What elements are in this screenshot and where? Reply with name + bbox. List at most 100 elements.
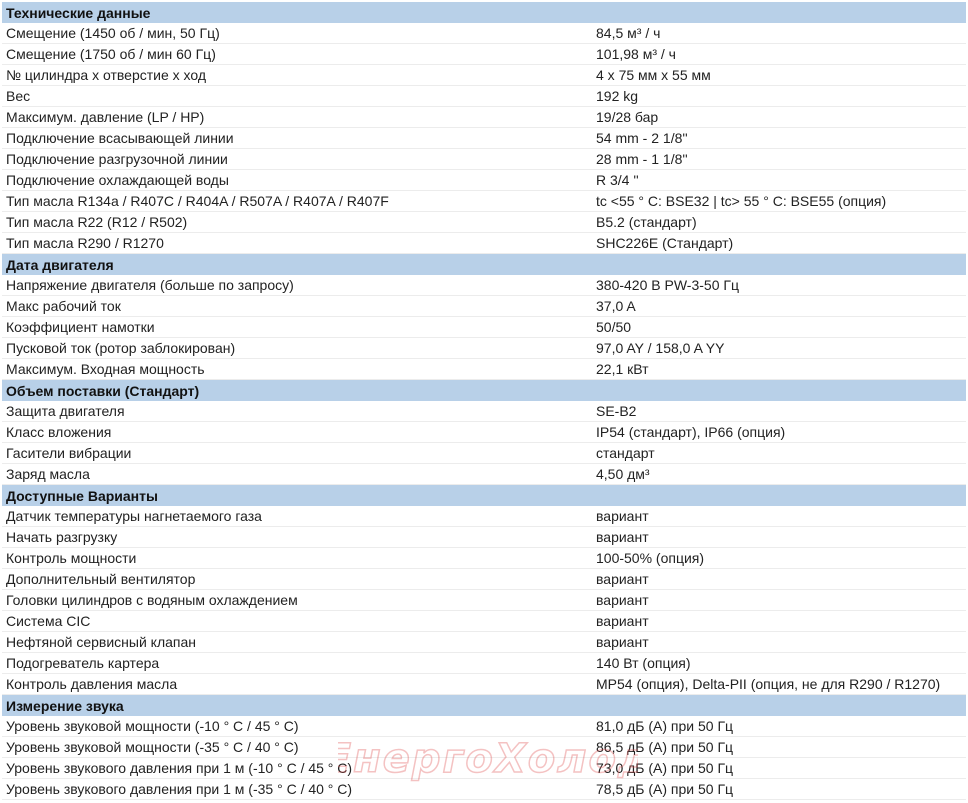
spec-row: Головки цилиндров с водяным охлаждением в… xyxy=(2,590,966,611)
spec-value: 28 mm - 1 1/8'' xyxy=(596,151,688,167)
spec-row: Напряжение двигателя (больше по запросу)… xyxy=(2,275,966,296)
spec-label: Пусковой ток (ротор заблокирован) xyxy=(6,340,236,356)
spec-label: Система CIC xyxy=(6,613,91,629)
spec-row: Максимум. давление (LP / HP) 19/28 бар xyxy=(2,107,966,128)
spec-label: Максимум. Входная мощность xyxy=(6,361,205,377)
spec-value: 78,5 дБ (A) при 50 Гц xyxy=(596,781,734,797)
spec-row: Максимум. Входная мощность 22,1 кВт xyxy=(2,359,966,380)
spec-label: Макс рабочий ток xyxy=(6,298,121,314)
spec-row: Контроль мощности 100-50% (опция) xyxy=(2,548,966,569)
spec-label: Гасители вибрации xyxy=(6,445,132,461)
spec-label: Тип масла R290 / R1270 xyxy=(6,235,164,251)
spec-label: Класс вложения xyxy=(6,424,112,440)
spec-value: 380-420 В PW-3-50 Гц xyxy=(596,277,739,293)
spec-value: SE-B2 xyxy=(596,403,637,419)
spec-value: 4 x 75 мм x 55 мм xyxy=(596,67,711,83)
spec-row: Уровень звукового давления при 1 м (-35 … xyxy=(2,779,966,800)
spec-row: Уровень звуковой мощности (-10 ° C / 45 … xyxy=(2,716,966,737)
spec-value: tc <55 ° C: BSE32 | tc> 55 ° C: BSE55 (о… xyxy=(596,193,887,209)
spec-value: R 3/4 '' xyxy=(596,172,639,188)
spec-value: 37,0 A xyxy=(596,298,636,314)
spec-row: Смещение (1450 об / мин, 50 Гц) 84,5 м³ /… xyxy=(2,23,966,44)
spec-label: Подключение разгрузочной линии xyxy=(6,151,228,167)
spec-label: Тип масла R22 (R12 / R502) xyxy=(6,214,188,230)
spec-row: Дополнительный вентилятор вариант xyxy=(2,569,966,590)
spec-label: Головки цилиндров с водяным охлаждением xyxy=(6,592,298,608)
spec-label: Максимум. давление (LP / HP) xyxy=(6,109,205,125)
spec-label: Датчик температуры нагнетаемого газа xyxy=(6,508,262,524)
spec-label: Защита двигателя xyxy=(6,403,125,419)
spec-value: 101,98 м³ / ч xyxy=(596,46,676,62)
spec-value: вариант xyxy=(596,613,649,629)
spec-value: 86,5 дБ (A) при 50 Гц xyxy=(596,739,734,755)
spec-row: Начать разгрузку вариант xyxy=(2,527,966,548)
spec-label: Вес xyxy=(6,88,31,104)
spec-row: Подключение охлаждающей воды R 3/4 '' xyxy=(2,170,966,191)
spec-label: Уровень звукового давления при 1 м (-35 … xyxy=(6,781,353,797)
spec-row: Тип масла R22 (R12 / R502) B5.2 (стандарт… xyxy=(2,212,966,233)
spec-value: вариант xyxy=(596,529,649,545)
spec-row: Гасители вибрации стандарт xyxy=(2,443,966,464)
spec-row: Подключение разгрузочной линии 28 mm - 1 … xyxy=(2,149,966,170)
spec-table: Технические данные Смещение (1450 об / ми… xyxy=(2,2,966,800)
spec-value: 19/28 бар xyxy=(596,109,659,125)
spec-value: 22,1 кВт xyxy=(596,361,649,377)
spec-label: Смещение (1450 об / мин, 50 Гц) xyxy=(6,25,220,41)
spec-value: B5.2 (стандарт) xyxy=(596,214,697,230)
spec-row: Нефтяной сервисный клапан вариант xyxy=(2,632,966,653)
spec-row: Уровень звуковой мощности (-35 ° C / 40 … xyxy=(2,737,966,758)
spec-row: № цилиндра x отверстие x ход 4 x 75 мм x … xyxy=(2,65,966,86)
spec-row: Вес 192 kg xyxy=(2,86,966,107)
spec-row: Защита двигателя SE-B2 xyxy=(2,401,966,422)
spec-value: 73,0 дБ (A) при 50 Гц xyxy=(596,760,734,776)
spec-label: № цилиндра x отверстие x ход xyxy=(6,67,207,83)
spec-row: Подогреватель картера 140 Вт (опция) xyxy=(2,653,966,674)
section-header: Доступные Варианты xyxy=(2,485,966,506)
spec-row: Датчик температуры нагнетаемого газа вари… xyxy=(2,506,966,527)
spec-label: Дополнительный вентилятор xyxy=(6,571,196,587)
spec-label: Уровень звуковой мощности (-35 ° C / 40 … xyxy=(6,739,299,755)
spec-value: SHC226E (Стандарт) xyxy=(596,235,734,251)
spec-value: 192 kg xyxy=(596,88,639,104)
spec-label: Смещение (1750 об / мин 60 Гц) xyxy=(6,46,216,62)
spec-value: вариант xyxy=(596,634,649,650)
spec-label: Уровень звуковой мощности (-10 ° C / 45 … xyxy=(6,718,299,734)
spec-label: Подключение всасывающей линии xyxy=(6,130,234,146)
spec-value: вариант xyxy=(596,571,649,587)
spec-row: Пусковой ток (ротор заблокирован) 97,0 AY… xyxy=(2,338,966,359)
spec-value: 50/50 xyxy=(596,319,632,335)
spec-value: 4,50 дм³ xyxy=(596,466,650,482)
spec-row: Система CIC вариант xyxy=(2,611,966,632)
spec-row: Макс рабочий ток 37,0 A xyxy=(2,296,966,317)
spec-row: Подключение всасывающей линии 54 mm - 2 1… xyxy=(2,128,966,149)
spec-label: Напряжение двигателя (больше по запросу) xyxy=(6,277,294,293)
spec-label: Коэффициент намотки xyxy=(6,319,155,335)
spec-row: Коэффициент намотки 50/50 xyxy=(2,317,966,338)
spec-row: Класс вложения IP54 (стандарт), IP66 (опц… xyxy=(2,422,966,443)
spec-label: Начать разгрузку xyxy=(6,529,118,545)
spec-label: Контроль мощности xyxy=(6,550,137,566)
spec-row: Тип масла R134a / R407C / R404A / R507A … xyxy=(2,191,966,212)
spec-value: 140 Вт (опция) xyxy=(596,655,691,671)
spec-value: 81,0 дБ (A) при 50 Гц xyxy=(596,718,734,734)
section-header: Технические данные xyxy=(2,2,966,23)
spec-row: Тип масла R290 / R1270 SHC226E (Стандарт) xyxy=(2,233,966,254)
spec-value: вариант xyxy=(596,592,649,608)
spec-row: Заряд масла 4,50 дм³ xyxy=(2,464,966,485)
section-header: Измерение звука xyxy=(2,695,966,716)
spec-value: вариант xyxy=(596,508,649,524)
spec-row: Контроль давления масла MP54 (опция), Del… xyxy=(2,674,966,695)
section-header: Объем поставки (Стандарт) xyxy=(2,380,966,401)
spec-row: Смещение (1750 об / мин 60 Гц) 101,98 м³ … xyxy=(2,44,966,65)
spec-value: IP54 (стандарт), IP66 (опция) xyxy=(596,424,786,440)
spec-label: Нефтяной сервисный клапан xyxy=(6,634,196,650)
spec-value: стандарт xyxy=(596,445,655,461)
spec-label: Уровень звукового давления при 1 м (-10 … xyxy=(6,760,353,776)
spec-value: MP54 (опция), Delta-PII (опция, не для R… xyxy=(596,676,941,692)
section-header: Дата двигателя xyxy=(2,254,966,275)
spec-value: 97,0 AY / 158,0 A YY xyxy=(596,340,725,356)
spec-row: Уровень звукового давления при 1 м (-10 … xyxy=(2,758,966,779)
spec-value: 84,5 м³ / ч xyxy=(596,25,661,41)
spec-label: Тип масла R134a / R407C / R404A / R507A … xyxy=(6,193,389,209)
spec-label: Подогреватель картера xyxy=(6,655,160,671)
